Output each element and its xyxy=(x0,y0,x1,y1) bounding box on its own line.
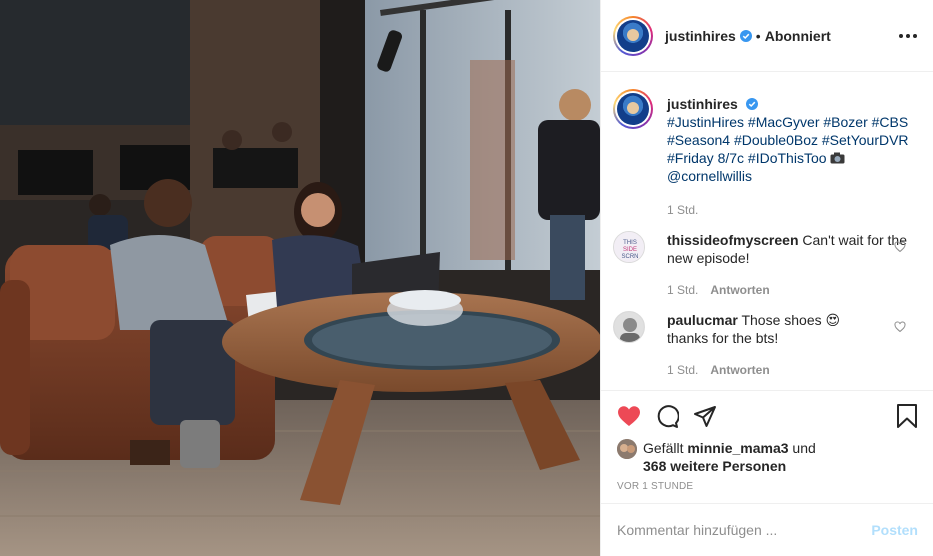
commenter-username[interactable]: thissideofmyscreen xyxy=(667,232,799,248)
post-actions: Gefällt minnie_mama3 und 368 weitere Per… xyxy=(601,390,933,492)
caption-hashtags-line2[interactable]: #Season4 #Double0Boz #SetYourDVR xyxy=(667,132,909,148)
comment-input[interactable] xyxy=(617,522,872,538)
verified-badge-icon xyxy=(739,29,752,42)
post-timestamp: VOR 1 STUNDE xyxy=(617,481,694,492)
reply-button[interactable]: Antworten xyxy=(710,363,769,377)
caption-hashtags-line3[interactable]: #Friday 8/7c #IDoThisToo xyxy=(667,150,827,166)
comments-list[interactable]: justinhires #JustinHires #MacGyver #Boze… xyxy=(601,73,933,390)
comment-bubble-icon[interactable] xyxy=(655,404,679,428)
more-options-icon[interactable] xyxy=(899,33,917,38)
caption-time: 1 Std. xyxy=(667,203,699,217)
caption: justinhires #JustinHires #MacGyver #Boze… xyxy=(601,73,933,217)
liker-username[interactable]: minnie_mama3 xyxy=(687,440,788,456)
caption-mention[interactable]: @cornellwillis xyxy=(667,168,752,184)
author-avatar[interactable] xyxy=(613,15,653,56)
likes-summary: Gefällt minnie_mama3 und 368 weitere Per… xyxy=(617,439,918,475)
like-comment-icon[interactable] xyxy=(894,241,906,253)
add-comment-bar: Posten xyxy=(601,503,933,556)
like-heart-icon[interactable] xyxy=(617,405,641,427)
instagram-post-modal: justinhires • Abonniert justinhires #Jus… xyxy=(0,0,933,556)
caption-hashtags-line1[interactable]: #JustinHires #MacGyver #Bozer #CBS xyxy=(667,114,908,130)
commenter-username[interactable]: paulucmar xyxy=(667,312,738,328)
camera-emoji-icon xyxy=(830,150,845,166)
liker-avatar[interactable] xyxy=(617,439,637,459)
post-comment-button[interactable]: Posten xyxy=(871,522,918,538)
action-icons-row xyxy=(617,401,918,431)
follow-status-button[interactable]: Abonniert xyxy=(765,28,831,44)
comment-time: 1 Std. xyxy=(667,283,699,297)
verified-badge-icon xyxy=(745,98,758,110)
svg-text:SCRN: SCRN xyxy=(621,254,638,260)
commenter-avatar[interactable]: THIS SIDE SCRN xyxy=(613,231,645,263)
comment-item: THIS SIDE SCRN thissideofmyscreen Can't … xyxy=(601,217,933,297)
reply-button[interactable]: Antworten xyxy=(710,283,769,297)
share-paper-plane-icon[interactable] xyxy=(693,404,717,428)
comment-time: 1 Std. xyxy=(667,363,699,377)
svg-text:THIS: THIS xyxy=(623,240,637,246)
separator-dot: • xyxy=(755,27,761,44)
post-sidebar: justinhires • Abonniert justinhires #Jus… xyxy=(600,0,933,556)
commenter-avatar[interactable] xyxy=(613,311,645,343)
svg-text:SIDE: SIDE xyxy=(623,247,637,253)
comment-item: paulucmar Those shoes 😍 thanks for the b… xyxy=(601,297,933,377)
likes-others-link[interactable]: 368 weitere Personen xyxy=(643,458,786,474)
heart-eyes-emoji: 😍 xyxy=(825,312,841,328)
author-username[interactable]: justinhires xyxy=(665,28,736,44)
like-comment-icon[interactable] xyxy=(894,321,906,333)
comment-text-line2: thanks for the bts! xyxy=(667,330,779,346)
caption-username[interactable]: justinhires xyxy=(667,96,738,112)
caption-avatar[interactable] xyxy=(613,89,653,129)
comment-text: Those shoes xyxy=(741,312,822,328)
save-bookmark-icon[interactable] xyxy=(896,404,918,428)
post-header: justinhires • Abonniert xyxy=(601,0,933,72)
post-photo[interactable] xyxy=(0,0,600,556)
tv-set-photo xyxy=(0,0,600,556)
likes-prefix: Gefällt xyxy=(643,440,684,456)
likes-and: und xyxy=(792,440,816,456)
